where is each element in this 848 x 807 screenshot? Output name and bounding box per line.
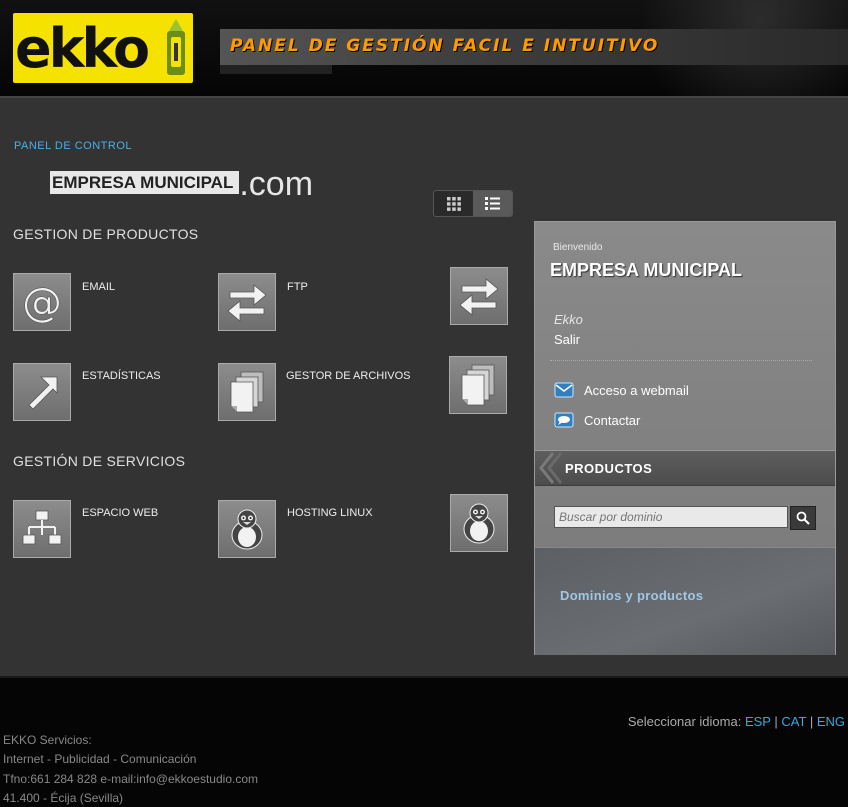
products-header: PRODUCTOS	[535, 450, 835, 486]
footer: Seleccionar idioma: ESP | CAT | ENG EKKO…	[0, 676, 848, 807]
view-toggle	[433, 190, 513, 217]
email-label[interactable]: EMAIL	[82, 281, 115, 293]
file-manager-quick-tile[interactable]	[449, 356, 507, 414]
footer-company: EKKO Servicios:	[3, 733, 92, 747]
section-title-servicios: GESTIÓN DE SERVICIOS	[13, 453, 186, 469]
transfer-arrows-icon	[227, 284, 267, 322]
network-icon	[22, 510, 62, 545]
products-area: Dominios y productos	[535, 547, 835, 655]
header: ekko PANEL DE GESTIÓN FACIL E INTUITIVO	[0, 0, 848, 98]
transfer-arrows-icon	[459, 278, 499, 316]
domain-tld: .com	[239, 165, 314, 203]
webmail-link[interactable]: Acceso a webmail	[554, 381, 689, 399]
language-selector: Seleccionar idioma: ESP | CAT | ENG	[628, 714, 845, 729]
grid-icon	[446, 196, 461, 211]
email-tile[interactable]: @	[13, 273, 71, 331]
web-space-label[interactable]: ESPACIO WEB	[82, 507, 158, 519]
webmail-label: Acceso a webmail	[584, 382, 689, 398]
diagonal-arrow-icon	[28, 376, 58, 410]
ftp-label[interactable]: FTP	[287, 281, 308, 293]
lang-eng-link[interactable]: ENG	[817, 714, 845, 729]
lang-separator: |	[774, 714, 778, 729]
documents-icon	[461, 364, 495, 406]
hosting-linux-label[interactable]: HOSTING LINUX	[287, 507, 373, 519]
search-button[interactable]	[790, 506, 816, 530]
domain-search-input[interactable]	[554, 506, 788, 528]
hosting-linux-quick-tile[interactable]	[450, 494, 508, 552]
domains-products-link[interactable]: Dominios y productos	[560, 588, 703, 603]
statistics-label[interactable]: ESTADÍSTICAS	[82, 370, 161, 382]
products-header-title: PRODUCTOS	[565, 461, 653, 476]
domain-name: EMPRESA MUNICIPAL	[50, 171, 240, 194]
hosting-linux-tile[interactable]	[218, 500, 276, 558]
ftp-tile[interactable]	[218, 273, 276, 331]
welcome-label: Bienvenido	[553, 242, 603, 253]
slogan-bar: PANEL DE GESTIÓN FACIL E INTUITIVO	[220, 29, 848, 65]
user-name: Ekko	[554, 312, 583, 327]
footer-services: Internet - Publicidad - Comunicación	[3, 752, 197, 766]
web-space-tile[interactable]	[13, 500, 71, 558]
ftp-quick-tile[interactable]	[450, 267, 508, 325]
chat-bubble-icon	[554, 412, 574, 428]
footer-contact: Tfno:661 284 828 e-mail:info@ekkoestudio…	[3, 772, 258, 786]
domain-title: EMPRESA MUNICIPAL .com	[50, 165, 313, 205]
envelope-icon	[554, 382, 574, 398]
documents-icon	[230, 371, 264, 413]
footer-address: 41.400 - Écija (Sevilla)	[3, 791, 124, 805]
ekko-logo[interactable]: ekko	[13, 13, 193, 83]
file-manager-label[interactable]: GESTOR DE ARCHIVOS	[286, 370, 411, 382]
welcome-company-name: EMPRESA MUNICIPAL	[550, 260, 743, 280]
lang-esp-link[interactable]: ESP	[745, 714, 771, 729]
svg-text:@: @	[22, 280, 62, 324]
file-manager-tile[interactable]	[218, 363, 276, 421]
statistics-tile[interactable]	[13, 363, 71, 421]
grid-view-button[interactable]	[434, 191, 473, 216]
list-view-button[interactable]	[473, 191, 512, 216]
logo-text: ekko	[15, 17, 150, 80]
slogan-shadow	[220, 65, 332, 74]
logo-mark-icon	[167, 19, 185, 75]
panel-divider	[550, 360, 812, 361]
slogan-text: PANEL DE GESTIÓN FACIL E INTUITIVO	[230, 36, 660, 56]
user-panel: Bienvenido EMPRESA MUNICIPAL Ekko Salir …	[534, 221, 836, 655]
logout-link[interactable]: Salir	[554, 332, 580, 347]
contact-label: Contactar	[584, 412, 641, 428]
section-title-productos: GESTION DE PRODUCTOS	[13, 226, 199, 242]
at-sign-icon: @	[22, 280, 63, 324]
breadcrumb[interactable]: PANEL DE CONTROL	[14, 140, 132, 152]
lang-separator: |	[809, 714, 814, 729]
contact-link[interactable]: Contactar	[554, 411, 640, 429]
search-icon	[796, 511, 810, 525]
chevron-left-icon	[539, 452, 563, 484]
list-icon	[485, 197, 500, 210]
lang-cat-link[interactable]: CAT	[781, 714, 806, 729]
tux-penguin-icon	[231, 509, 263, 550]
tux-penguin-icon	[463, 503, 495, 544]
language-label: Seleccionar idioma:	[627, 714, 742, 729]
